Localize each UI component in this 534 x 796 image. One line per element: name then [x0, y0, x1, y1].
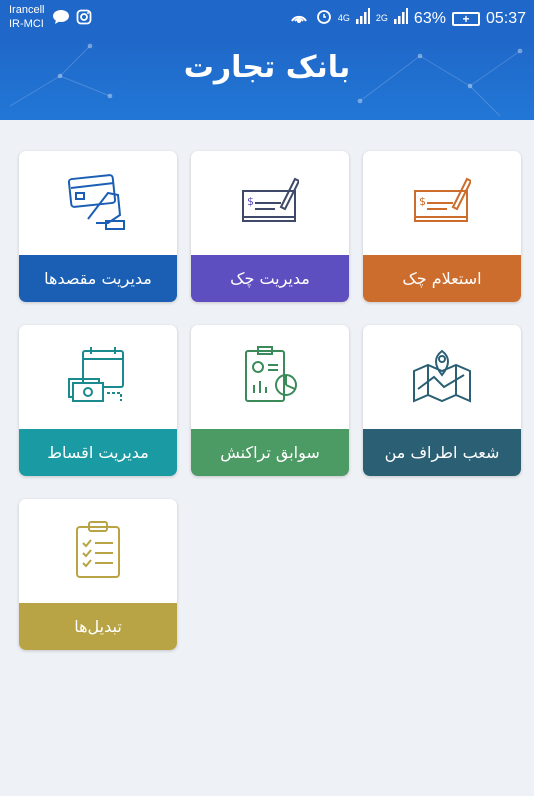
tile-label: مدیریت چک [191, 255, 349, 302]
tile-label: سوابق تراکنش [191, 429, 349, 476]
tile-cheque-management[interactable]: $ مدیریت چک [191, 151, 349, 302]
tile-transaction-history[interactable]: سوابق تراکنش [191, 325, 349, 476]
network-4g-label: 4G [337, 13, 350, 23]
tile-conversions[interactable]: تبدیل‌ها [19, 499, 177, 650]
tile-label: استعلام چک [363, 255, 521, 302]
status-bar: Irancell IR-MCI 4G 2G 63% + 05:37 [0, 0, 534, 36]
carrier-network: IR-MCI [9, 18, 44, 30]
tile-label: مدیریت مقصدها [19, 255, 177, 302]
battery-charging-icon: + [451, 11, 480, 26]
hotspot-icon [288, 7, 310, 30]
clock: 05:37 [485, 9, 526, 27]
signal-4g-icon [355, 8, 370, 29]
battery-percent: 63% [413, 9, 446, 27]
alarm-icon [316, 8, 332, 29]
cheque-pen-icon: $ [241, 175, 301, 231]
tile-destination-management[interactable]: مدیریت مقصدها [19, 151, 177, 302]
svg-text:$: $ [419, 195, 426, 208]
card-in-hand-icon [67, 171, 128, 235]
report-chart-icon [240, 345, 300, 409]
signal-2g-icon [393, 8, 408, 29]
calendar-money-icon [67, 345, 129, 409]
clipboard-checklist-icon [75, 519, 121, 583]
carrier-name: Irancell [9, 4, 45, 16]
chat-bubble-icon [52, 9, 70, 29]
tile-label: تبدیل‌ها [19, 603, 177, 650]
cheque-pen-icon: $ [413, 175, 473, 231]
tile-installment-management[interactable]: مدیریت اقساط [19, 325, 177, 476]
app-header: بانک تجارت [0, 36, 534, 120]
tile-cheque-inquiry[interactable]: $ استعلام چک [363, 151, 521, 302]
svg-text:$: $ [247, 195, 254, 208]
tile-nearby-branches[interactable]: شعب اطراف من [363, 325, 521, 476]
tile-label: شعب اطراف من [363, 429, 521, 476]
instagram-icon [76, 9, 92, 29]
tile-label: مدیریت اقساط [19, 429, 177, 476]
bank-logo: بانک تجارت [183, 50, 352, 85]
network-2g-label: 2G [375, 13, 388, 23]
carrier-info: Irancell IR-MCI [9, 3, 44, 31]
map-pin-icon [412, 345, 472, 409]
